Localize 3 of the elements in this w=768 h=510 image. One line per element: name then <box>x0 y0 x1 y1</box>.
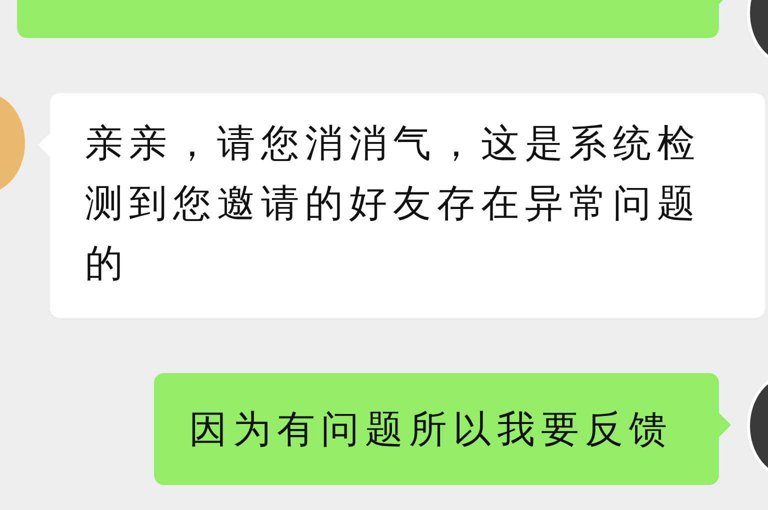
message-bubble: 亲亲，请您消消气，这是系统检测到您邀请的好友存在异常问题的 <box>50 93 765 318</box>
bubble-tail <box>719 413 731 437</box>
message-bubble: 因为有问题所以我要反馈 <box>154 373 719 485</box>
